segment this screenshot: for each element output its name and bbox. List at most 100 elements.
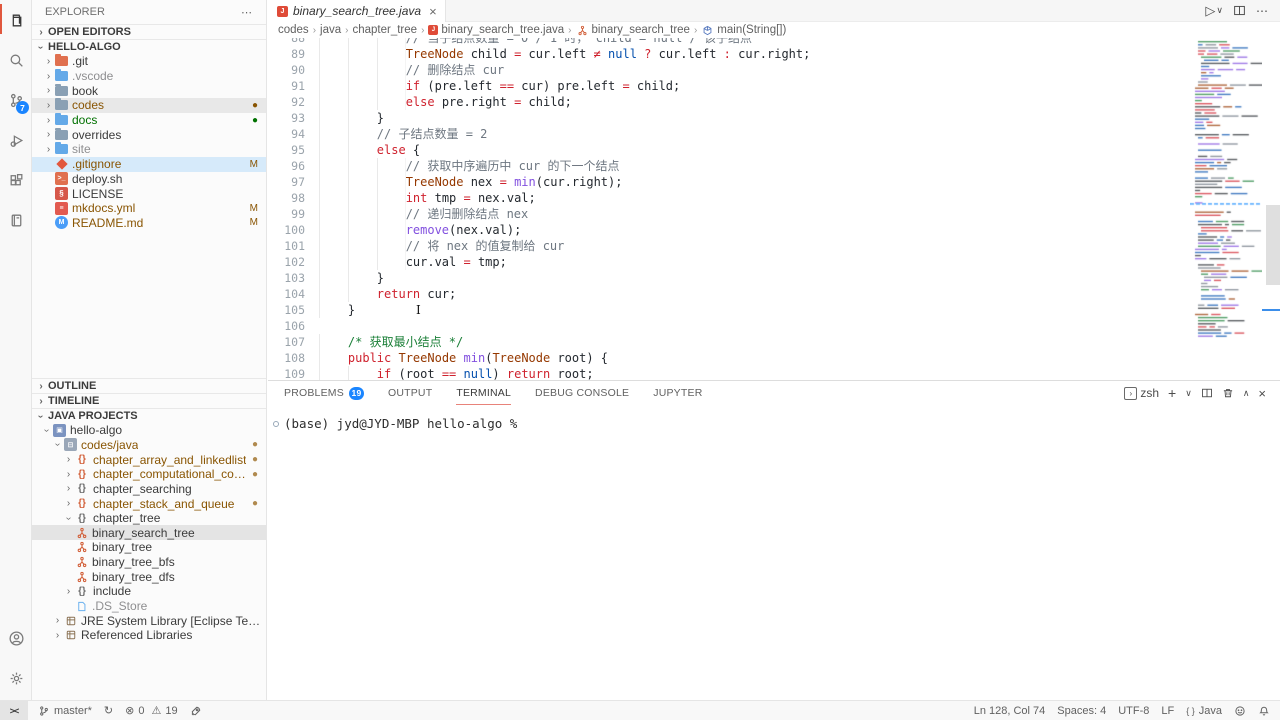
split-editor-icon[interactable]: [1233, 4, 1246, 17]
file-tree-item-codes[interactable]: codes●: [32, 98, 266, 113]
code-line-106[interactable]: 106: [268, 318, 1280, 334]
run-debug-icon[interactable]: [0, 120, 32, 160]
code-line-94[interactable]: 94// 子结点数量 = 2: [268, 126, 1280, 142]
code-line-100[interactable]: 100remove(nex.val);: [268, 222, 1280, 238]
explorer-icon[interactable]: [0, 0, 32, 40]
file-tree-item-README.md[interactable]: MREADME.mdM: [32, 216, 266, 231]
encoding[interactable]: UTF-8: [1112, 701, 1155, 720]
eol-selector[interactable]: LF: [1155, 701, 1180, 720]
terminal-shell-item[interactable]: ›zsh: [1124, 386, 1159, 400]
java-project-item-codesjava[interactable]: ⊟codes/java●: [32, 438, 266, 453]
code-line-101[interactable]: 101// 将 nex 的值复制给 cur: [268, 238, 1280, 254]
java-project-item-chapter_computational_complexi[interactable]: {}chapter_computational_complexity●: [32, 467, 266, 482]
code-line-89[interactable]: 89TreeNode child = cur.left ≠ null ? cur…: [268, 46, 1280, 62]
editor-scrollbar[interactable]: [1266, 205, 1280, 285]
tab-binary-search-tree[interactable]: J binary_search_tree.java ×: [268, 0, 446, 22]
code-line-109[interactable]: 109if (root == null) return root;: [268, 366, 1280, 380]
file-tree-item-book[interactable]: book: [32, 83, 266, 98]
breadcrumb-item-mainString[interactable]: main(String[]): [701, 24, 786, 37]
java-project-item-binary_tree[interactable]: binary_tree: [32, 540, 266, 555]
code-line-102[interactable]: 102cur.val = tmp;: [268, 254, 1280, 270]
file-tree-item-overrides[interactable]: overrides: [32, 127, 266, 142]
java-project-item-binary_tree_dfs[interactable]: binary_tree_dfs: [32, 569, 266, 584]
file-tree-item-site[interactable]: site: [32, 142, 266, 157]
java-project-item-include[interactable]: {}include: [32, 584, 266, 599]
sync-icon[interactable]: ↻: [98, 701, 119, 720]
java-project-item-.DS_Store[interactable]: .DS_Store: [32, 599, 266, 614]
new-terminal-icon[interactable]: +: [1168, 385, 1176, 401]
java-project-item-chapter_searching[interactable]: {}chapter_searching: [32, 482, 266, 497]
settings-gear-icon[interactable]: [0, 658, 32, 698]
code-line-103[interactable]: 103}: [268, 270, 1280, 286]
code-line-108[interactable]: 108public TreeNode min(TreeNode root) {: [268, 350, 1280, 366]
breadcrumb-item-chapter_tree[interactable]: chapter_tree: [352, 24, 417, 36]
java-project-item-ReferencedLibraries[interactable]: Referenced Libraries: [32, 628, 266, 643]
file-tree-item-deploy.sh[interactable]: >_deploy.sh: [32, 172, 266, 187]
file-tree-item-.gitignore[interactable]: .gitignoreM: [32, 157, 266, 172]
split-terminal-icon[interactable]: [1201, 387, 1213, 399]
maximize-panel-icon[interactable]: ∧: [1243, 388, 1250, 399]
code-line-98[interactable]: 98int tmp = nex.val;: [268, 190, 1280, 206]
panel-tab-problems[interactable]: PROBLEMS19: [284, 381, 364, 405]
breadcrumb-item-binary_search_tree[interactable]: binary_search_tree: [576, 24, 690, 37]
code-line-96[interactable]: 96// 获取中序遍历中 cur 的下一个结点: [268, 158, 1280, 174]
problems-item[interactable]: ⊗ 0 ⚠ 19: [119, 701, 183, 720]
git-branch-item[interactable]: master*: [32, 701, 98, 720]
breadcrumb-item-codes[interactable]: codes: [278, 24, 309, 36]
file-tree-item-LICENSE[interactable]: §LICENSE: [32, 186, 266, 201]
code-line-88[interactable]: 88// 当子结点数量 = 0 / 1 时， child = null / 该子…: [268, 38, 1280, 46]
panel-tab-jupyter[interactable]: JUPYTER: [653, 381, 702, 405]
java-project-item-binary_search_tree[interactable]: binary_search_tree: [32, 525, 266, 540]
file-tree-item-.vscode[interactable]: .vscode: [32, 69, 266, 84]
code-editor[interactable]: 88// 当子结点数量 = 0 / 1 时， child = null / 该子…: [268, 38, 1280, 380]
account-icon[interactable]: [0, 618, 32, 658]
close-panel-icon[interactable]: ×: [1258, 386, 1266, 401]
search-icon[interactable]: [0, 40, 32, 80]
source-control-icon[interactable]: 7: [0, 80, 32, 120]
java-launch-icon[interactable]: [184, 701, 208, 720]
notifications-bell-icon[interactable]: [1252, 701, 1280, 720]
code-line-93[interactable]: 93}: [268, 110, 1280, 126]
language-mode[interactable]: { } Java: [1180, 701, 1228, 720]
panel-tab-output[interactable]: OUTPUT: [388, 381, 432, 405]
extensions-icon[interactable]: [0, 160, 32, 200]
breadcrumb-item-binary_search_treejava[interactable]: Jbinary_search_tree.java: [428, 24, 564, 36]
java-project-item-chapter_tree[interactable]: {}chapter_tree: [32, 511, 266, 526]
code-line-92[interactable]: 92else pre.right = child;: [268, 94, 1280, 110]
panel-tab-debug-console[interactable]: DEBUG CONSOLE: [535, 381, 629, 405]
code-line-95[interactable]: 95else {: [268, 142, 1280, 158]
minimap[interactable]: [1190, 38, 1262, 378]
code-line-107[interactable]: 107/* 获取最小结点 */: [268, 334, 1280, 350]
run-button[interactable]: ▷∨: [1205, 3, 1223, 19]
terminal[interactable]: (base) jyd@JYD-MBP hello-algo %: [268, 405, 1280, 431]
close-icon[interactable]: ×: [429, 4, 437, 19]
kill-terminal-icon[interactable]: [1222, 387, 1234, 399]
code-line-104[interactable]: 104return cur;: [268, 286, 1280, 302]
section-open-editors[interactable]: OPEN EDITORS: [32, 24, 266, 39]
java-project-item-JRESystemLibraryEclipseTemurin[interactable]: JRE System Library [Eclipse Temurin 17 […: [32, 613, 266, 628]
file-tree-item-.git[interactable]: .git: [32, 54, 266, 69]
section-outline[interactable]: OUTLINE: [32, 378, 266, 393]
launch-profile-dropdown-icon[interactable]: ∨: [1185, 388, 1192, 399]
file-tree-item-mkdocs.yml[interactable]: ≡mkdocs.ymlM: [32, 201, 266, 216]
more-actions-icon[interactable]: ⋯: [1256, 4, 1268, 18]
file-tree-item-docs[interactable]: docs●: [32, 113, 266, 128]
indentation[interactable]: Spaces: 4: [1051, 701, 1112, 720]
code-line-90[interactable]: 90// 删除结点 cur: [268, 62, 1280, 78]
code-line-97[interactable]: 97TreeNode nex = min(cur.right);: [268, 174, 1280, 190]
cursor-position[interactable]: Ln 128, Col 74: [968, 701, 1052, 720]
remote-indicator[interactable]: ><: [0, 701, 28, 720]
code-line-99[interactable]: 99// 递归删除结点 nex: [268, 206, 1280, 222]
code-line-91[interactable]: 91if (pre.left == cur) pre.left = child;: [268, 78, 1280, 94]
section-java-projects[interactable]: JAVA PROJECTS: [32, 408, 266, 423]
section-timeline[interactable]: TIMELINE: [32, 393, 266, 408]
java-project-item-binary_tree_bfs[interactable]: binary_tree_bfs: [32, 555, 266, 570]
section-root-folder[interactable]: HELLO-ALGO: [32, 39, 266, 54]
breadcrumb-item-java[interactable]: java: [320, 24, 341, 36]
notebook-icon[interactable]: [0, 200, 32, 240]
panel-tab-terminal[interactable]: TERMINAL: [456, 381, 511, 405]
java-project-item-chapter_stack_and_queue[interactable]: {}chapter_stack_and_queue●: [32, 496, 266, 511]
explorer-more-icon[interactable]: ⋯: [241, 6, 253, 19]
feedback-icon[interactable]: [1228, 701, 1252, 720]
java-project-item-chapter_array_and_linkedlist[interactable]: {}chapter_array_and_linkedlist●: [32, 452, 266, 467]
